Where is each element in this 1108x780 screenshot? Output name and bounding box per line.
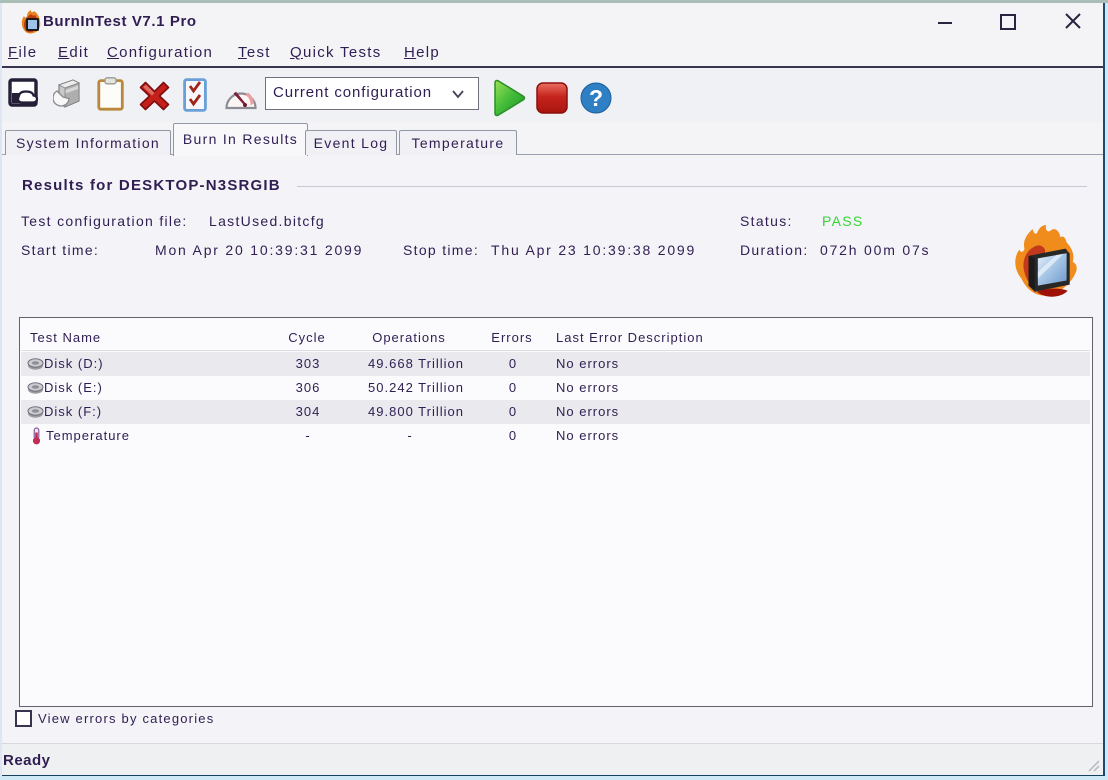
svg-text:?: ?	[589, 85, 603, 111]
